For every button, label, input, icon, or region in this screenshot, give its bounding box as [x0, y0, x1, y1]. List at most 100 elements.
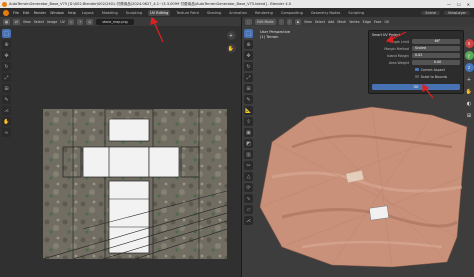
transform-icon[interactable]: ⊞ [2, 84, 11, 93]
viewport-menu-face[interactable]: Face [374, 20, 381, 24]
view-layer-selector[interactable]: ViewLayer [443, 10, 470, 15]
viewport-menu-vertex[interactable]: Vertex [349, 20, 360, 24]
zoom-icon[interactable]: + [464, 75, 474, 84]
rotate-icon[interactable]: ↻ [244, 62, 253, 71]
checkbox-unchecked-icon [415, 74, 419, 79]
scale-icon[interactable]: ⤢ [244, 73, 253, 82]
move-icon[interactable]: ✥ [2, 51, 11, 60]
viewport-menu-mesh[interactable]: Mesh [337, 20, 346, 24]
area-weight-field[interactable]: 0.00 [412, 60, 460, 65]
workspace-tab-geometry-nodes[interactable]: Geometry Nodes [309, 10, 343, 16]
maximize-icon[interactable]: ☐ [457, 2, 461, 7]
zoom-icon[interactable]: + [226, 31, 236, 40]
blender-window: AutoTerrainGenerator_Base_V75 [D:\002.Bl… [0, 0, 474, 277]
select-box-icon[interactable]: ⬚ [2, 29, 11, 38]
menu-file[interactable]: File [13, 11, 19, 15]
face-select-icon[interactable]: ▪ [294, 18, 301, 25]
workspace-tab-rendering[interactable]: Rendering [253, 10, 275, 16]
menu-render[interactable]: Render [34, 11, 46, 15]
workspace-tab-uv-editing[interactable]: UV Editing [148, 9, 171, 16]
3d-viewport-area: ⬚ Edit Mode ⋅ ∕ ▪ View Select Add Mesh V… [241, 17, 474, 277]
move-icon[interactable]: ✥ [244, 51, 253, 60]
ok-button[interactable]: OK [372, 84, 460, 90]
island-margin-label: Island Margin [386, 53, 409, 58]
cursor-icon[interactable]: ⊕ [244, 40, 253, 49]
scale-to-bounds-checkbox[interactable]: Scale to Bounds [415, 75, 447, 79]
rip-icon[interactable]: ⋌ [2, 106, 11, 115]
area-weight-label: Area Weight [388, 60, 409, 65]
image-selector[interactable]: stone_map.png [96, 18, 134, 25]
grab-icon[interactable]: ✋ [2, 117, 11, 126]
area-weight-row: Area Weight 0.00 [369, 59, 463, 66]
mode-selector[interactable]: Edit Mode [255, 18, 276, 25]
workspace-tab-shading[interactable]: Shading [205, 10, 223, 16]
viewport-menu-view[interactable]: View [304, 20, 312, 24]
menu-help[interactable]: Help [68, 11, 76, 15]
close-icon[interactable]: ✕ [467, 2, 470, 7]
uv-select-mode-icon[interactable]: ◇ [67, 18, 75, 25]
workspace-tab-sculpting[interactable]: Sculpting [124, 10, 144, 16]
scale-icon[interactable]: ⤢ [2, 73, 11, 82]
uv-texture-canvas[interactable] [43, 109, 227, 259]
top-menubar: File Edit Render Window Help Layout Mode… [0, 8, 474, 17]
workspace-tab-compositing[interactable]: Compositing [279, 10, 305, 16]
snap-icon[interactable]: ⌖ [77, 18, 84, 25]
correct-aspect-checkbox[interactable]: Correct Aspect [415, 68, 445, 72]
axis-z-icon[interactable]: z [464, 63, 474, 72]
workspace-tab-animation[interactable]: Animation [227, 10, 249, 16]
uv-editor-header: ▦ ⇄ View Select Image UV ◇ ⌖ ◎ stone_map… [0, 17, 241, 26]
rotate-icon[interactable]: ↻ [2, 62, 11, 71]
uv-menu-view[interactable]: View [23, 20, 31, 24]
uv-menu-select[interactable]: Select [34, 20, 44, 24]
scene-selector[interactable]: Scene [421, 10, 440, 15]
window-title: AutoTerrainGenerator_Base_V75 [D:\002.Bl… [9, 1, 292, 6]
uv-sync-icon[interactable]: ⇄ [13, 18, 20, 25]
edge-select-icon[interactable]: ∕ [286, 18, 292, 25]
checkbox-checked-icon [415, 67, 419, 72]
correct-aspect-label: Correct Aspect [420, 67, 445, 72]
axis-y-icon[interactable]: y [464, 51, 474, 60]
viewport-menu-add[interactable]: Add [328, 20, 334, 24]
pan-icon[interactable]: ✋ [226, 44, 236, 53]
uv-editor-area: ▦ ⇄ View Select Image UV ◇ ⌖ ◎ stone_map… [0, 17, 241, 277]
blender-logo-icon [2, 1, 7, 7]
menu-edit[interactable]: Edit [23, 11, 30, 15]
editor-type-icon[interactable]: ⬚ [245, 18, 253, 25]
margin-method-row: Margin Method Scaled [369, 45, 463, 52]
uv-menu-uv[interactable]: UV [60, 20, 65, 24]
annotate-icon[interactable]: ✎ [2, 95, 11, 104]
uv-menu-image[interactable]: Image [47, 20, 57, 24]
correct-aspect-row: Correct Aspect [369, 66, 463, 73]
uv-tool-shelf: ⬚ ⊕ ✥ ↻ ⤢ ⊞ ✎ ⋌ ✋ ≈ [2, 29, 12, 137]
island-margin-field[interactable]: 0.02 [412, 53, 460, 58]
cursor-icon[interactable]: ⊕ [2, 40, 11, 49]
proportional-icon[interactable]: ◎ [86, 18, 94, 25]
margin-method-dropdown[interactable]: Scaled [412, 46, 460, 51]
axis-x-icon[interactable]: x [464, 39, 474, 48]
smart-uv-project-panel: Smart UV Project Angle Limit 66° Margin … [368, 30, 464, 94]
viewport-info-overlay: User Perspective (1) Terrain [260, 30, 290, 40]
minimize-icon[interactable]: — [447, 2, 451, 7]
select-box-icon[interactable]: ⬚ [244, 29, 253, 38]
workspace-tab-texture-paint[interactable]: Texture Paint [174, 10, 201, 16]
uv-layout-svg [43, 109, 227, 259]
angle-limit-row: Angle Limit 66° [369, 38, 463, 45]
window-controls: — ☐ ✕ [447, 2, 474, 7]
workspace-tab-modeling[interactable]: Modeling [100, 10, 120, 16]
blender-menu-icon[interactable] [3, 9, 9, 16]
relax-icon[interactable]: ≈ [2, 128, 11, 137]
menu-window[interactable]: Window [50, 11, 64, 15]
panel-title[interactable]: Smart UV Project [369, 31, 463, 38]
viewport-menu-edge[interactable]: Edge [363, 20, 371, 24]
workspace-tab-scripting[interactable]: Scripting [346, 10, 366, 16]
angle-limit-field[interactable]: 66° [412, 39, 460, 44]
vertex-select-icon[interactable]: ⋅ [278, 18, 284, 25]
viewport-menu-select[interactable]: Select [315, 20, 325, 24]
workspace-tab-layout[interactable]: Layout [80, 10, 96, 16]
scale-to-bounds-row: Scale to Bounds [369, 73, 463, 80]
editor-type-icon[interactable]: ▦ [3, 18, 11, 25]
scale-to-bounds-label: Scale to Bounds [420, 74, 448, 79]
terrain-mesh[interactable] [252, 87, 474, 277]
angle-limit-label: Angle Limit [390, 39, 409, 44]
viewport-menu-uv[interactable]: UV [384, 20, 389, 24]
